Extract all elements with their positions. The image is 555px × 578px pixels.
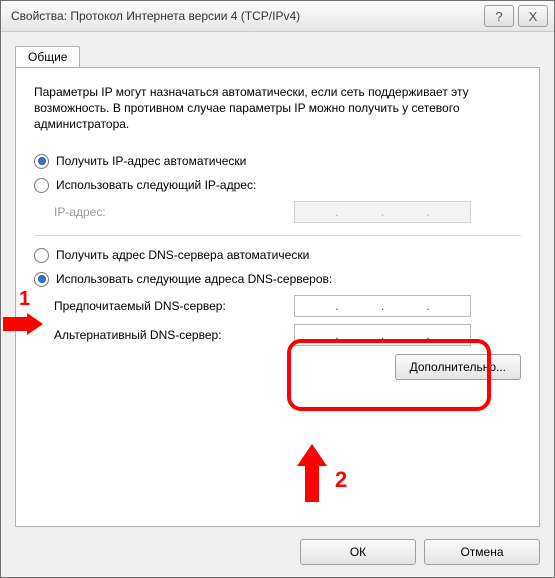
ip-address-input: ... xyxy=(294,201,471,223)
field-label: IP-адрес: xyxy=(54,205,294,219)
field-ip-address: IP-адрес: ... xyxy=(54,199,521,225)
radio-label: Использовать следующий IP-адрес: xyxy=(56,178,256,192)
advanced-button[interactable]: Дополнительно... xyxy=(395,354,521,380)
radio-label: Использовать следующие адреса DNS-сервер… xyxy=(56,272,332,286)
radio-dns-auto[interactable]: Получить адрес DNS-сервера автоматически xyxy=(34,244,521,266)
field-label: Альтернативный DNS-сервер: xyxy=(54,328,294,342)
radio-icon xyxy=(34,248,49,263)
radio-icon xyxy=(34,272,49,287)
dialog-footer: ОК Отмена xyxy=(300,539,540,565)
radio-dns-manual[interactable]: Использовать следующие адреса DNS-сервер… xyxy=(34,268,521,290)
cancel-button[interactable]: Отмена xyxy=(424,539,540,565)
radio-ip-manual[interactable]: Использовать следующий IP-адрес: xyxy=(34,174,521,196)
close-button[interactable]: X xyxy=(518,5,548,27)
divider xyxy=(34,235,521,236)
ok-button[interactable]: ОК xyxy=(300,539,416,565)
tab-general[interactable]: Общие xyxy=(15,46,80,69)
help-icon: ? xyxy=(495,9,502,24)
description-text: Параметры IP могут назначаться автоматич… xyxy=(34,84,521,132)
dns-preferred-input[interactable]: ... xyxy=(294,295,471,317)
titlebar: Свойства: Протокол Интернета версии 4 (T… xyxy=(1,1,554,32)
tabpage-general: Параметры IP могут назначаться автоматич… xyxy=(15,67,540,527)
client-area: Общие Параметры IP могут назначаться авт… xyxy=(15,45,540,527)
dns-alternate-input[interactable]: ... xyxy=(294,324,471,346)
properties-dialog: Свойства: Протокол Интернета версии 4 (T… xyxy=(0,0,555,578)
field-dns-preferred: Предпочитаемый DNS-сервер: ... xyxy=(54,293,521,319)
close-icon: X xyxy=(529,9,538,24)
tabstrip: Общие xyxy=(15,45,540,67)
radio-icon xyxy=(34,178,49,193)
advanced-row: Дополнительно... xyxy=(34,354,521,380)
window-title: Свойства: Протокол Интернета версии 4 (T… xyxy=(11,9,480,23)
field-label: Предпочитаемый DNS-сервер: xyxy=(54,299,294,313)
radio-ip-auto[interactable]: Получить IP-адрес автоматически xyxy=(34,150,521,172)
radio-label: Получить IP-адрес автоматически xyxy=(56,154,246,168)
field-dns-alternate: Альтернативный DNS-сервер: ... xyxy=(54,322,521,348)
help-button[interactable]: ? xyxy=(484,5,514,27)
radio-label: Получить адрес DNS-сервера автоматически xyxy=(56,248,309,262)
radio-icon xyxy=(34,154,49,169)
